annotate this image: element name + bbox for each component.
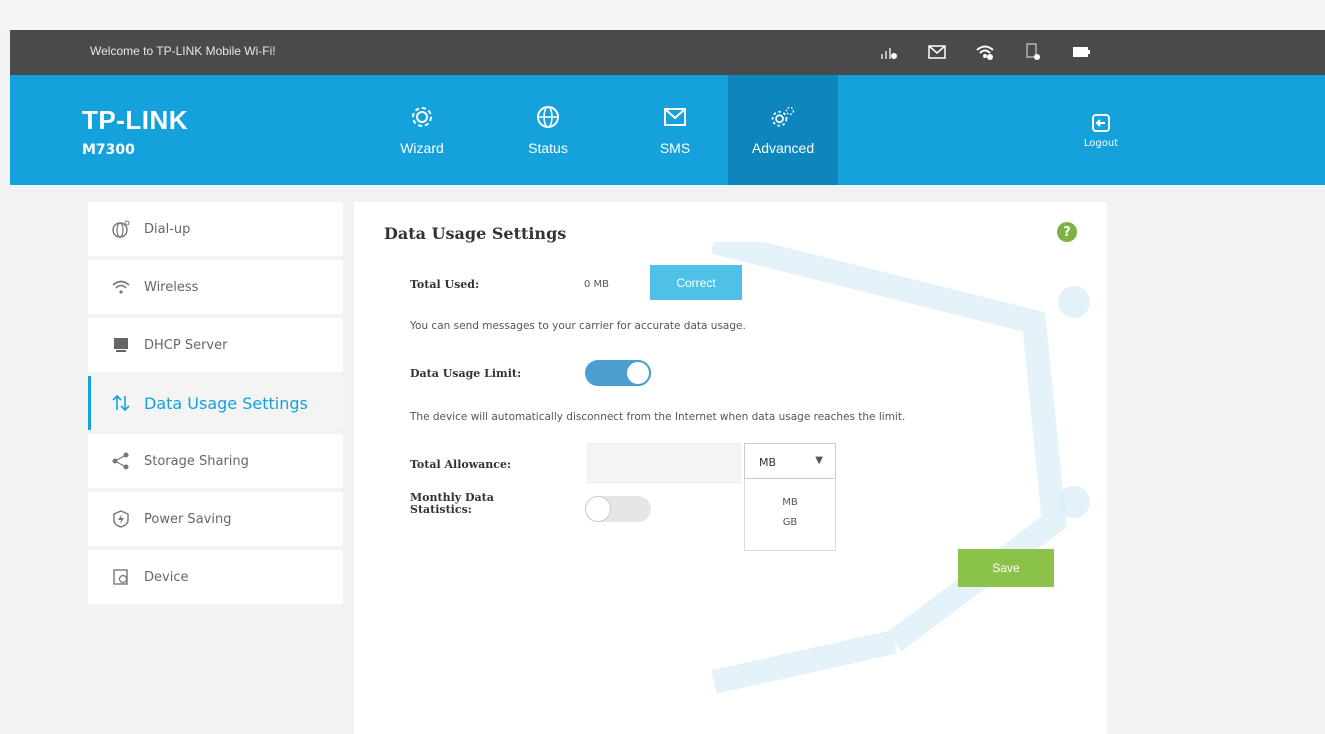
status-icons [876, 39, 1116, 65]
envelope-icon [664, 108, 686, 126]
monthly-stats-toggle[interactable] [585, 496, 651, 522]
sidebar-item-label: Storage Sharing [144, 453, 249, 469]
correct-button[interactable]: Correct [650, 265, 742, 300]
battery-icon [1068, 39, 1094, 65]
tab-wizard[interactable]: Wizard [392, 75, 452, 185]
server-icon [110, 334, 132, 356]
signal-icon [876, 39, 902, 65]
sidebar-item-label: Power Saving [144, 511, 232, 527]
power-icon [110, 508, 132, 530]
unit-select-value: MB [759, 456, 777, 469]
sidebar-item-dhcp-server[interactable]: DHCP Server [88, 318, 343, 372]
correct-note: You can send messages to your carrier fo… [410, 320, 746, 332]
save-button[interactable]: Save [958, 549, 1054, 587]
monthly-stats-label: Monthly Data Statistics: [410, 491, 494, 516]
total-allowance-label: Total Allowance: [410, 458, 512, 471]
sidebar-item-label: Device [144, 569, 189, 585]
tab-sms[interactable]: SMS [645, 75, 705, 185]
unit-select[interactable]: MB ▼ [744, 443, 836, 479]
device-icon [110, 566, 132, 588]
gears-icon [771, 106, 795, 127]
sidebar-item-label: Data Usage Settings [144, 393, 308, 413]
sidebar-item-data-usage-settings[interactable]: Data Usage Settings [88, 376, 343, 430]
help-icon[interactable]: ? [1057, 222, 1077, 242]
unit-option-mb[interactable]: MB [745, 493, 835, 513]
sidebar-item-power-saving[interactable]: Power Saving [88, 492, 343, 546]
tab-advanced-label: Advanced [751, 140, 815, 156]
envelope-icon[interactable] [924, 39, 950, 65]
tab-sms-label: SMS [659, 140, 691, 156]
sidebar-item-label: Dial-up [144, 221, 191, 237]
header: TP-LINK M7300 Wizard Status SMS Advanced… [10, 75, 1325, 185]
logout-label: Logout [1083, 137, 1119, 149]
total-used-value: 0 MB [584, 279, 610, 290]
sidebar-item-storage-sharing[interactable]: Storage Sharing [88, 434, 343, 488]
limit-note: The device will automatically disconnect… [410, 411, 906, 423]
tab-status-label: Status [528, 140, 568, 156]
tab-status[interactable]: Status [518, 75, 578, 185]
logout-icon [1092, 113, 1110, 132]
share-icon [110, 450, 132, 472]
data-usage-limit-toggle[interactable] [585, 360, 651, 386]
caret-down-icon: ▼ [815, 455, 823, 466]
wifi-icon [972, 39, 998, 65]
welcome-text: Welcome to TP-LINK Mobile Wi-Fi! [90, 44, 276, 58]
dialup-icon [110, 218, 132, 240]
total-allowance-input[interactable] [587, 443, 741, 483]
unit-dropdown: MB GB [744, 479, 836, 551]
sidebar-item-wireless[interactable]: Wireless [88, 260, 343, 314]
gear-icon [412, 107, 432, 127]
total-used-label: Total Used: [410, 278, 480, 291]
toggle-knob [625, 360, 651, 386]
toggle-knob [585, 496, 611, 522]
model-name: M7300 [82, 142, 135, 158]
sidebar: Dial-up Wireless DHCP Server Data Usage … [88, 202, 343, 608]
main-panel: Data Usage Settings ? Total Used: 0 MB C… [354, 202, 1107, 734]
browser-top-strip [0, 0, 1325, 30]
logout-button[interactable]: Logout [1066, 75, 1136, 185]
sidebar-item-dial-up[interactable]: Dial-up [88, 202, 343, 256]
tab-wizard-label: Wizard [400, 140, 444, 156]
brand: TP-LINK M7300 [82, 105, 188, 158]
sim-icon [1020, 39, 1046, 65]
sidebar-item-label: Wireless [144, 279, 199, 295]
data-usage-limit-label: Data Usage Limit: [410, 367, 522, 380]
sidebar-item-device[interactable]: Device [88, 550, 343, 604]
wifi-icon [110, 276, 132, 298]
status-bar: Welcome to TP-LINK Mobile Wi-Fi! [10, 30, 1325, 75]
globe-icon [537, 106, 559, 128]
tp-link-logo: TP-LINK [82, 105, 189, 135]
unit-option-gb[interactable]: GB [745, 513, 835, 533]
tab-advanced[interactable]: Advanced [728, 75, 838, 185]
page-title: Data Usage Settings [384, 224, 567, 243]
sidebar-item-label: DHCP Server [144, 337, 228, 353]
updown-arrows-icon [110, 392, 132, 414]
